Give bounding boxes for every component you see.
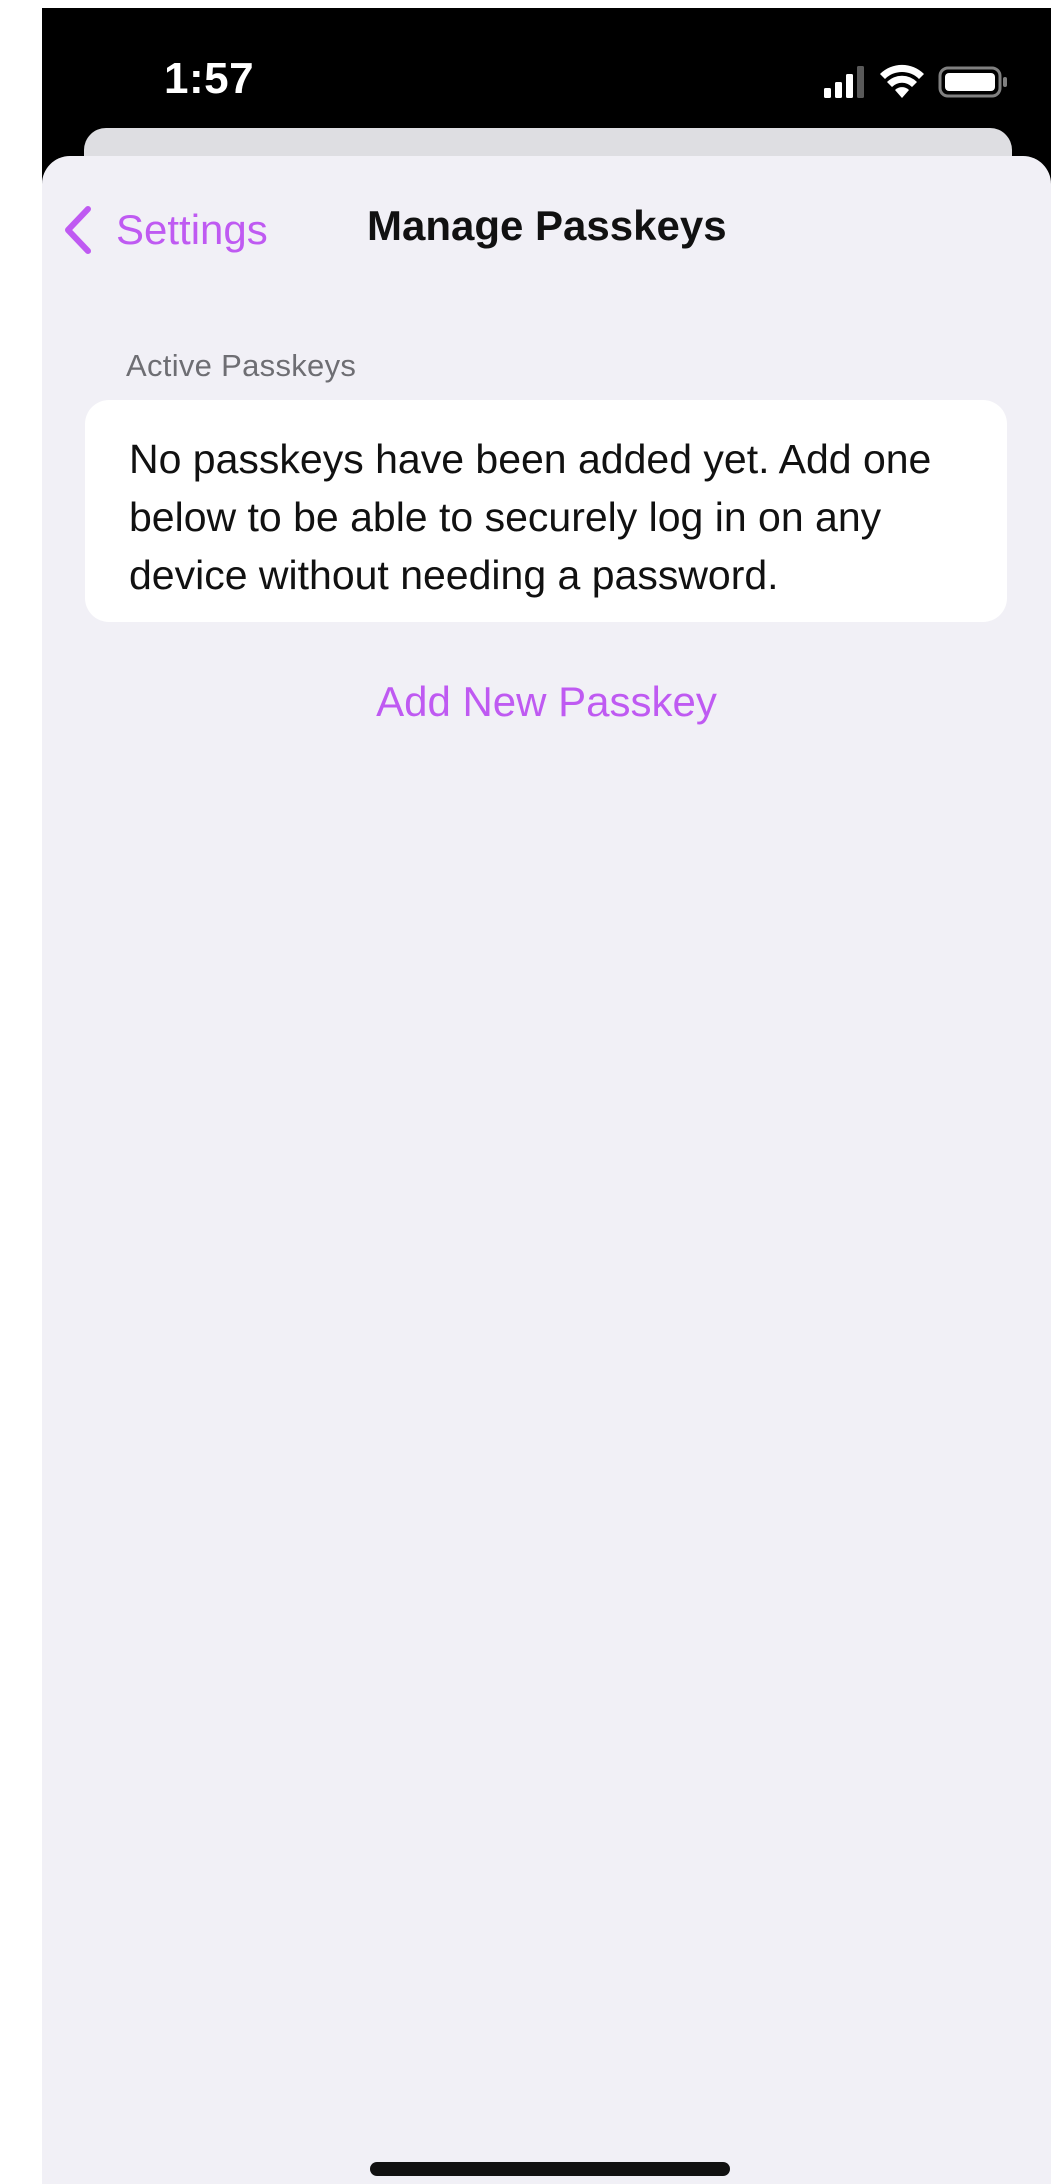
signal-icon (824, 66, 864, 98)
page-title: Manage Passkeys (367, 202, 727, 249)
wifi-icon (880, 64, 924, 98)
chevron-left-icon (65, 206, 91, 254)
status-time: 1:57 (164, 54, 255, 103)
add-new-passkey-button[interactable]: Add New Passkey (42, 678, 1051, 726)
home-indicator (370, 2162, 730, 2176)
battery-icon (938, 66, 1007, 98)
empty-state-message: No passkeys have been added yet. Add one… (129, 436, 932, 598)
back-button-label: Settings (116, 206, 268, 253)
phone-frame: 1:57 Settings Manage Passkeys Active Pas… (0, 0, 1051, 2184)
section-header-active-passkeys: Active Passkeys (126, 348, 357, 383)
manage-passkeys-sheet: Settings Manage Passkeys Active Passkeys… (42, 156, 1051, 2184)
back-button[interactable]: Settings (62, 200, 268, 260)
passkeys-empty-card: No passkeys have been added yet. Add one… (85, 400, 1007, 622)
status-icons (822, 62, 1032, 102)
